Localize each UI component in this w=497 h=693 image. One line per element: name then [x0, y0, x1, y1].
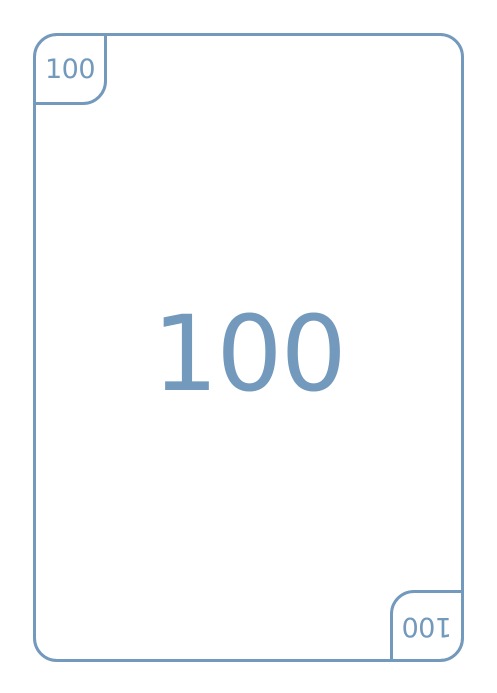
card-center-value: 100 [152, 293, 347, 415]
corner-value-bottom-right: 100 [401, 610, 453, 642]
card-corner-top-left: 100 [36, 36, 107, 105]
card-corner-bottom-right: 100 [390, 590, 461, 659]
corner-value-top-left: 100 [44, 53, 96, 85]
playing-card[interactable]: 100 100 100 [33, 33, 464, 662]
